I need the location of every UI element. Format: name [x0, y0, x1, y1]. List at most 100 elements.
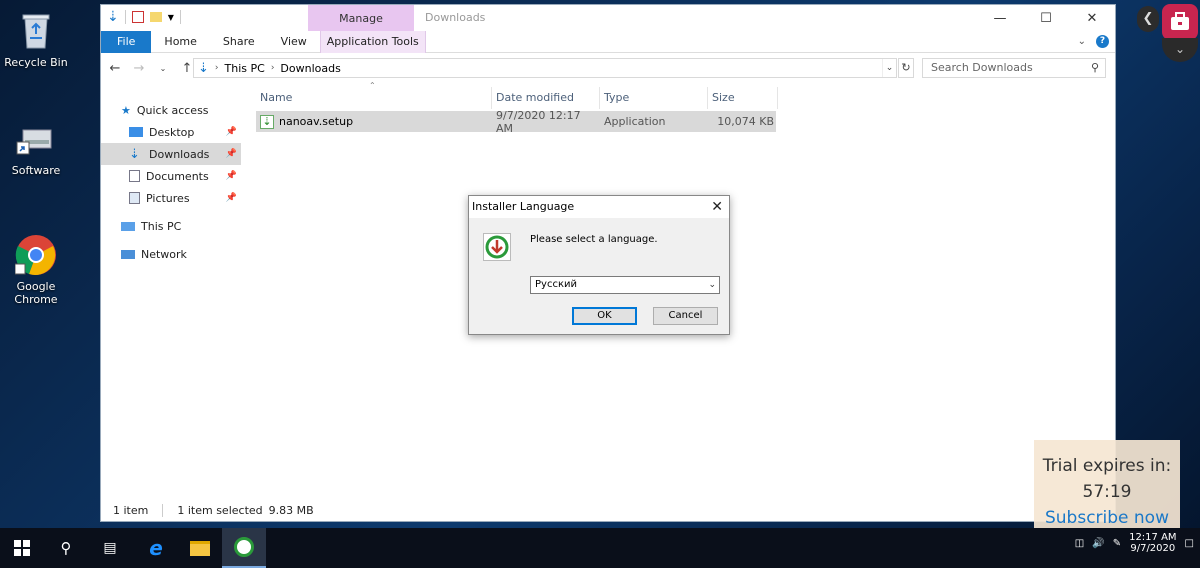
tab-home[interactable]: Home: [151, 31, 209, 53]
nav-quick-access[interactable]: ★ Quick access: [101, 99, 241, 121]
search-placeholder: Search Downloads: [931, 61, 1033, 74]
search-button[interactable]: ⚲: [44, 528, 88, 568]
navigation-pane: ★ Quick access Desktop 📌 ⇣ Downloads 📌 D…: [101, 99, 241, 265]
start-button[interactable]: [0, 528, 44, 568]
column-header-size[interactable]: Size: [708, 87, 778, 109]
close-icon[interactable]: ✕: [1069, 5, 1115, 31]
chrome-icon: [14, 221, 57, 275]
address-bar[interactable]: ⇣ › This PC › Downloads ⌄: [193, 58, 897, 78]
ok-button[interactable]: OK: [572, 307, 637, 325]
taskbar-internet-explorer[interactable]: e: [134, 528, 178, 568]
back-arrow-icon[interactable]: ←: [107, 61, 123, 76]
tab-application-tools[interactable]: Application Tools: [319, 30, 426, 53]
window-controls: — ☐ ✕: [977, 5, 1115, 31]
nav-label: Pictures: [146, 191, 190, 205]
desktop-icon-label: Google Chrome: [14, 280, 58, 306]
status-size: 9.83 MB: [268, 504, 314, 517]
nav-item-downloads[interactable]: ⇣ Downloads 📌: [101, 143, 241, 165]
taskbar: ⚲ ▤ e ◫ 🔊 ✎ 12:17 AM 9/7/2020 □: [0, 528, 1200, 568]
language-select[interactable]: Русский ⌄: [530, 276, 720, 294]
desktop-icon-recycle-bin[interactable]: Recycle Bin: [0, 10, 72, 69]
nav-label: This PC: [141, 219, 182, 233]
nav-item-this-pc[interactable]: This PC: [101, 215, 241, 237]
nav-label: Desktop: [149, 125, 195, 139]
chevron-right-icon[interactable]: ›: [215, 63, 219, 73]
pictures-icon: [129, 192, 140, 204]
nav-label: Downloads: [149, 147, 210, 161]
properties-icon[interactable]: [131, 11, 144, 23]
installer-icon: [483, 233, 511, 261]
recycle-bin-icon: [15, 10, 57, 52]
qat-dropdown-icon[interactable]: ▼: [168, 13, 174, 22]
refresh-icon[interactable]: ↻: [898, 58, 914, 78]
notifications-icon[interactable]: □: [1185, 538, 1194, 549]
pin-icon[interactable]: 📌: [226, 149, 237, 159]
clock-time[interactable]: 12:17 AM: [1129, 532, 1176, 543]
volume-icon[interactable]: 🔊: [1092, 538, 1104, 549]
dialog-title: Installer Language: [472, 200, 575, 213]
desktop-icon-software[interactable]: Software: [0, 118, 72, 177]
maximize-icon[interactable]: ☐: [1023, 5, 1069, 31]
breadcrumb-downloads[interactable]: Downloads: [280, 62, 340, 75]
task-view-button[interactable]: ▤: [88, 528, 132, 568]
file-name: nanoav.setup: [279, 115, 354, 128]
computer-icon: [121, 221, 135, 231]
download-arrow-icon[interactable]: ⇣: [107, 9, 119, 25]
nav-item-network[interactable]: Network: [101, 243, 241, 265]
taskbar-installer[interactable]: [222, 528, 266, 568]
title-bar: ⇣ ▼ Manage Downloads — ☐ ✕: [101, 5, 1115, 31]
ribbon-right-controls: ⌄ ?: [1078, 35, 1109, 48]
file-date: 9/7/2020 12:17 AM: [496, 108, 581, 135]
desktop-icon-label: Recycle Bin: [4, 56, 68, 69]
nav-item-desktop[interactable]: Desktop 📌: [101, 121, 241, 143]
documents-icon: [129, 170, 140, 182]
pin-icon[interactable]: 📌: [226, 127, 237, 137]
close-icon[interactable]: ✕: [711, 196, 723, 218]
folder-icon: [190, 540, 210, 556]
column-header-type[interactable]: Type: [600, 87, 708, 109]
downloads-folder-icon: ⇣: [198, 60, 209, 76]
expand-panel-icon[interactable]: ⌄: [1162, 38, 1198, 62]
file-row[interactable]: ⇣ nanoav.setup 9/7/2020 12:17 AM Applica…: [256, 108, 776, 135]
tab-share[interactable]: Share: [210, 31, 268, 53]
column-header-name[interactable]: Name: [256, 87, 492, 109]
new-folder-icon[interactable]: [149, 12, 162, 22]
trial-timer: 57:19: [1082, 482, 1132, 502]
toolbox-button[interactable]: [1162, 4, 1198, 40]
pin-icon[interactable]: 📌: [226, 193, 237, 203]
divider: [179, 10, 181, 24]
breadcrumb-this-pc[interactable]: This PC: [225, 62, 265, 75]
installer-language-dialog: Installer Language ✕ Please select a lan…: [468, 195, 730, 335]
trial-overlay: Trial expires in: 57:19 Subscribe now: [1034, 440, 1180, 540]
desktop-icon-google-chrome[interactable]: Google Chrome: [0, 208, 72, 319]
help-icon[interactable]: ?: [1096, 35, 1109, 48]
status-bar: 1 item 1 item selected 9.83 MB: [113, 504, 314, 517]
address-dropdown-icon[interactable]: ⌄: [882, 59, 896, 77]
search-input[interactable]: Search Downloads ⚲: [922, 58, 1106, 78]
star-icon: ★: [121, 103, 131, 117]
collapse-panel-icon[interactable]: ❮: [1137, 6, 1159, 32]
tab-file[interactable]: File: [101, 30, 152, 53]
expand-ribbon-icon[interactable]: ⌄: [1078, 36, 1086, 47]
column-header-date[interactable]: Date modified: [492, 87, 600, 109]
pin-icon[interactable]: 📌: [226, 171, 237, 181]
search-icon: ⚲: [60, 539, 72, 557]
chevron-down-icon: ⌄: [708, 280, 716, 290]
recent-locations-icon[interactable]: ⌄: [155, 64, 171, 73]
forward-arrow-icon[interactable]: →: [131, 61, 147, 76]
nav-item-pictures[interactable]: Pictures 📌: [101, 187, 241, 209]
minimize-icon[interactable]: —: [977, 5, 1023, 31]
chevron-right-icon[interactable]: ›: [271, 63, 275, 73]
tab-view[interactable]: View: [268, 31, 320, 53]
nav-item-documents[interactable]: Documents 📌: [101, 165, 241, 187]
cancel-button[interactable]: Cancel: [653, 307, 718, 325]
pen-icon[interactable]: ✎: [1113, 538, 1121, 549]
dialog-message: Please select a language.: [530, 234, 658, 245]
taskbar-file-explorer[interactable]: [178, 528, 222, 568]
subscribe-link[interactable]: Subscribe now: [1034, 508, 1180, 528]
task-view-icon: ▤: [103, 540, 117, 556]
quick-access-toolbar: ⇣ ▼: [107, 9, 181, 25]
clock-date[interactable]: 9/7/2020: [1129, 543, 1176, 554]
nav-label: Quick access: [136, 103, 209, 117]
network-icon[interactable]: ◫: [1075, 538, 1084, 549]
